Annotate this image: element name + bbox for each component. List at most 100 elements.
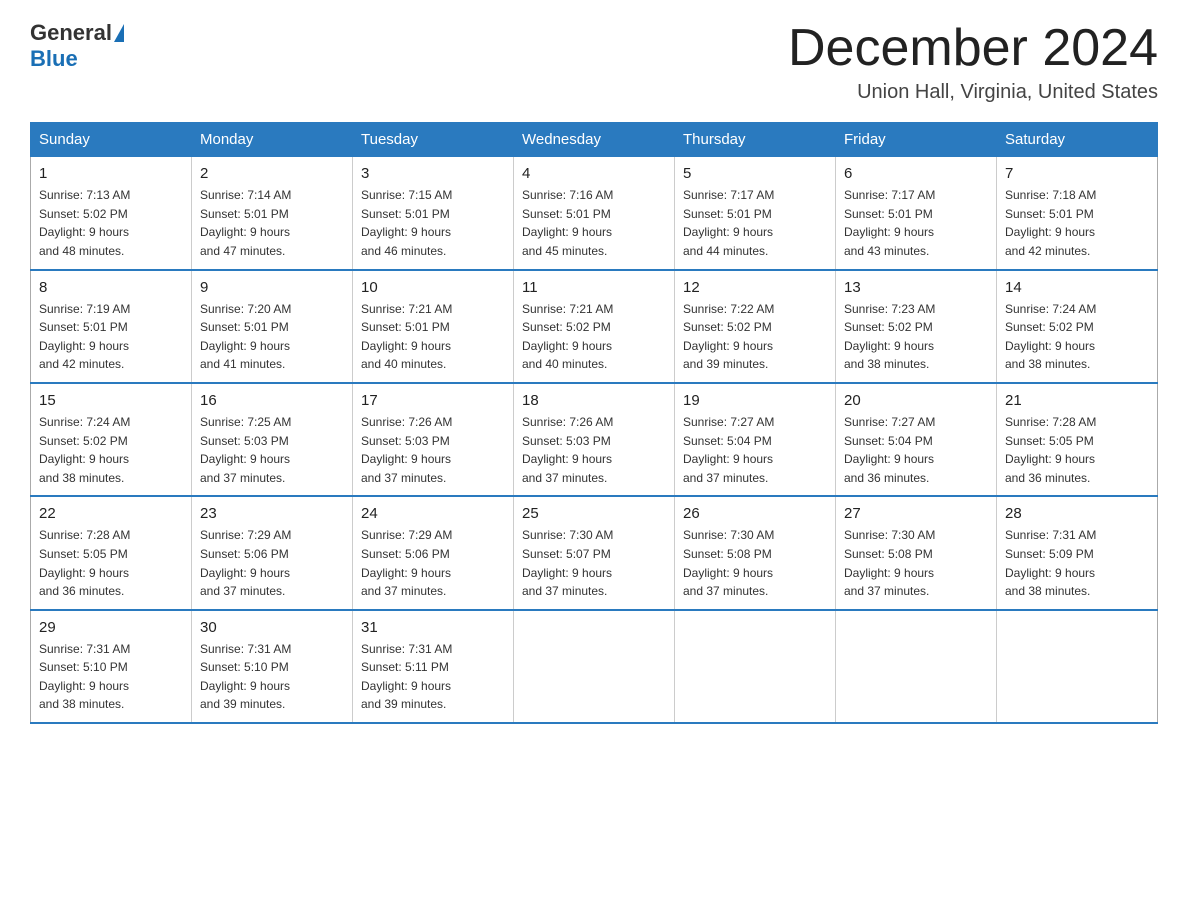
calendar-cell: 28 Sunrise: 7:31 AMSunset: 5:09 PMDayligh… (997, 496, 1158, 609)
calendar-cell (997, 610, 1158, 723)
day-info: Sunrise: 7:21 AMSunset: 5:02 PMDaylight:… (522, 300, 666, 374)
calendar-week-row: 8 Sunrise: 7:19 AMSunset: 5:01 PMDaylight… (31, 270, 1158, 383)
day-info: Sunrise: 7:30 AMSunset: 5:08 PMDaylight:… (844, 526, 988, 600)
day-info: Sunrise: 7:27 AMSunset: 5:04 PMDaylight:… (683, 413, 827, 487)
calendar-cell (836, 610, 997, 723)
day-number: 14 (1005, 279, 1149, 296)
day-info: Sunrise: 7:13 AMSunset: 5:02 PMDaylight:… (39, 186, 183, 260)
column-header-thursday: Thursday (675, 123, 836, 157)
day-number: 5 (683, 165, 827, 182)
day-number: 27 (844, 505, 988, 522)
day-info: Sunrise: 7:15 AMSunset: 5:01 PMDaylight:… (361, 186, 505, 260)
logo-triangle-icon (114, 24, 124, 42)
day-number: 13 (844, 279, 988, 296)
calendar-cell: 11 Sunrise: 7:21 AMSunset: 5:02 PMDayligh… (514, 270, 675, 383)
day-number: 7 (1005, 165, 1149, 182)
day-info: Sunrise: 7:26 AMSunset: 5:03 PMDaylight:… (522, 413, 666, 487)
calendar-cell: 23Sunrise: 7:29 AMSunset: 5:06 PMDayligh… (192, 496, 353, 609)
day-number: 4 (522, 165, 666, 182)
column-header-saturday: Saturday (997, 123, 1158, 157)
logo-blue-text: Blue (30, 46, 78, 71)
calendar-cell: 3Sunrise: 7:15 AMSunset: 5:01 PMDaylight… (353, 157, 514, 270)
calendar-cell: 27 Sunrise: 7:30 AMSunset: 5:08 PMDayligh… (836, 496, 997, 609)
day-info: Sunrise: 7:31 AMSunset: 5:11 PMDaylight:… (361, 640, 505, 714)
day-info: Sunrise: 7:19 AMSunset: 5:01 PMDaylight:… (39, 300, 183, 374)
day-number: 19 (683, 392, 827, 409)
day-info: Sunrise: 7:30 AMSunset: 5:07 PMDaylight:… (522, 526, 666, 600)
calendar-cell: 1 Sunrise: 7:13 AMSunset: 5:02 PMDaylight… (31, 157, 192, 270)
day-number: 17 (361, 392, 505, 409)
day-info: Sunrise: 7:22 AMSunset: 5:02 PMDaylight:… (683, 300, 827, 374)
calendar-cell: 5Sunrise: 7:17 AMSunset: 5:01 PMDaylight… (675, 157, 836, 270)
day-number: 23 (200, 505, 344, 522)
day-number: 10 (361, 279, 505, 296)
calendar-cell: 14 Sunrise: 7:24 AMSunset: 5:02 PMDayligh… (997, 270, 1158, 383)
column-header-wednesday: Wednesday (514, 123, 675, 157)
calendar-cell: 22 Sunrise: 7:28 AMSunset: 5:05 PMDayligh… (31, 496, 192, 609)
month-title: December 2024 (788, 20, 1158, 77)
day-info: Sunrise: 7:28 AMSunset: 5:05 PMDaylight:… (39, 526, 183, 600)
day-number: 9 (200, 279, 344, 296)
day-number: 21 (1005, 392, 1149, 409)
day-info: Sunrise: 7:16 AMSunset: 5:01 PMDaylight:… (522, 186, 666, 260)
day-info: Sunrise: 7:31 AMSunset: 5:10 PMDaylight:… (200, 640, 344, 714)
day-number: 15 (39, 392, 183, 409)
title-block: December 2024 Union Hall, Virginia, Unit… (788, 20, 1158, 104)
day-number: 1 (39, 165, 183, 182)
calendar-cell: 8 Sunrise: 7:19 AMSunset: 5:01 PMDaylight… (31, 270, 192, 383)
day-info: Sunrise: 7:21 AMSunset: 5:01 PMDaylight:… (361, 300, 505, 374)
day-info: Sunrise: 7:31 AMSunset: 5:10 PMDaylight:… (39, 640, 183, 714)
calendar-cell: 26Sunrise: 7:30 AMSunset: 5:08 PMDayligh… (675, 496, 836, 609)
calendar-table: SundayMondayTuesdayWednesdayThursdayFrid… (30, 122, 1158, 724)
day-number: 12 (683, 279, 827, 296)
calendar-cell: 4 Sunrise: 7:16 AMSunset: 5:01 PMDaylight… (514, 157, 675, 270)
logo: General Blue (30, 20, 126, 72)
calendar-cell (514, 610, 675, 723)
day-number: 28 (1005, 505, 1149, 522)
day-info: Sunrise: 7:24 AMSunset: 5:02 PMDaylight:… (1005, 300, 1149, 374)
location-text: Union Hall, Virginia, United States (788, 81, 1158, 104)
day-number: 30 (200, 619, 344, 636)
day-number: 2 (200, 165, 344, 182)
column-header-sunday: Sunday (31, 123, 192, 157)
day-info: Sunrise: 7:20 AMSunset: 5:01 PMDaylight:… (200, 300, 344, 374)
day-number: 18 (522, 392, 666, 409)
calendar-cell: 9 Sunrise: 7:20 AMSunset: 5:01 PMDaylight… (192, 270, 353, 383)
calendar-cell: 16 Sunrise: 7:25 AMSunset: 5:03 PMDayligh… (192, 383, 353, 496)
calendar-cell: 15 Sunrise: 7:24 AMSunset: 5:02 PMDayligh… (31, 383, 192, 496)
day-info: Sunrise: 7:25 AMSunset: 5:03 PMDaylight:… (200, 413, 344, 487)
calendar-cell: 2 Sunrise: 7:14 AMSunset: 5:01 PMDaylight… (192, 157, 353, 270)
calendar-cell: 18 Sunrise: 7:26 AMSunset: 5:03 PMDayligh… (514, 383, 675, 496)
calendar-cell: 25Sunrise: 7:30 AMSunset: 5:07 PMDayligh… (514, 496, 675, 609)
calendar-cell: 24Sunrise: 7:29 AMSunset: 5:06 PMDayligh… (353, 496, 514, 609)
logo-general-text: General (30, 20, 112, 46)
column-header-monday: Monday (192, 123, 353, 157)
day-info: Sunrise: 7:14 AMSunset: 5:01 PMDaylight:… (200, 186, 344, 260)
day-info: Sunrise: 7:24 AMSunset: 5:02 PMDaylight:… (39, 413, 183, 487)
day-number: 11 (522, 279, 666, 296)
calendar-cell: 20Sunrise: 7:27 AMSunset: 5:04 PMDayligh… (836, 383, 997, 496)
calendar-header-row: SundayMondayTuesdayWednesdayThursdayFrid… (31, 123, 1158, 157)
calendar-cell: 7 Sunrise: 7:18 AMSunset: 5:01 PMDaylight… (997, 157, 1158, 270)
day-number: 22 (39, 505, 183, 522)
calendar-cell: 13 Sunrise: 7:23 AMSunset: 5:02 PMDayligh… (836, 270, 997, 383)
page-header: General Blue December 2024 Union Hall, V… (30, 20, 1158, 104)
day-number: 31 (361, 619, 505, 636)
calendar-week-row: 29 Sunrise: 7:31 AMSunset: 5:10 PMDayligh… (31, 610, 1158, 723)
day-number: 26 (683, 505, 827, 522)
day-number: 29 (39, 619, 183, 636)
day-number: 8 (39, 279, 183, 296)
day-number: 16 (200, 392, 344, 409)
day-info: Sunrise: 7:18 AMSunset: 5:01 PMDaylight:… (1005, 186, 1149, 260)
column-header-tuesday: Tuesday (353, 123, 514, 157)
day-info: Sunrise: 7:26 AMSunset: 5:03 PMDaylight:… (361, 413, 505, 487)
day-info: Sunrise: 7:17 AMSunset: 5:01 PMDaylight:… (844, 186, 988, 260)
calendar-cell: 30 Sunrise: 7:31 AMSunset: 5:10 PMDayligh… (192, 610, 353, 723)
day-info: Sunrise: 7:29 AMSunset: 5:06 PMDaylight:… (361, 526, 505, 600)
day-info: Sunrise: 7:31 AMSunset: 5:09 PMDaylight:… (1005, 526, 1149, 600)
calendar-cell: 12 Sunrise: 7:22 AMSunset: 5:02 PMDayligh… (675, 270, 836, 383)
day-info: Sunrise: 7:23 AMSunset: 5:02 PMDaylight:… (844, 300, 988, 374)
calendar-week-row: 1 Sunrise: 7:13 AMSunset: 5:02 PMDaylight… (31, 157, 1158, 270)
calendar-week-row: 15 Sunrise: 7:24 AMSunset: 5:02 PMDayligh… (31, 383, 1158, 496)
calendar-cell: 6Sunrise: 7:17 AMSunset: 5:01 PMDaylight… (836, 157, 997, 270)
